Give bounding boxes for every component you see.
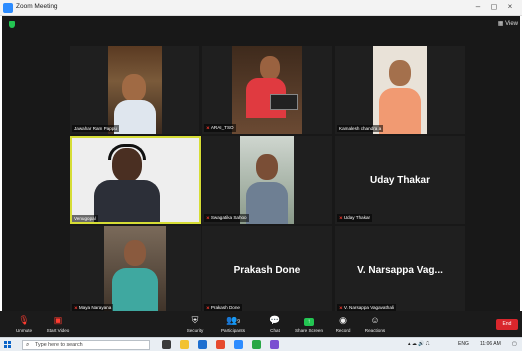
end-meeting-button[interactable]: End <box>496 319 518 330</box>
file-explorer-icon[interactable] <box>180 340 189 349</box>
participant-tile[interactable]: ⨯Swagatika Sahoo <box>202 136 332 224</box>
reactions-icon: ☺ <box>370 315 380 325</box>
notifications-icon[interactable]: ▢ <box>512 341 517 347</box>
zoom-taskbar-icon[interactable] <box>234 340 243 349</box>
windows-start-icon[interactable] <box>4 341 11 348</box>
language-indicator[interactable]: ENG <box>458 341 469 347</box>
participant-name-tag: ⨯Swagatika Sahoo <box>204 214 249 222</box>
clock[interactable]: 11:06 AM <box>480 341 501 347</box>
meeting-toolbar: 🎙 Unmute ▣ Start Video ⛨ Security 👥9 Par… <box>0 311 522 337</box>
task-view-icon[interactable] <box>162 340 171 349</box>
participant-tile[interactable]: ⨯ARAI_TSO <box>202 46 332 134</box>
security-button[interactable]: ⛨ Security <box>175 314 215 333</box>
participant-display-name: V. Narsappa Vag... <box>357 264 443 276</box>
mic-muted-icon: ⨯ <box>74 305 78 310</box>
taskbar-search-input[interactable]: ⌕ Type here to search <box>22 340 150 350</box>
participant-name-tag: ⨯Uday Thakar <box>337 214 373 222</box>
participant-video <box>240 136 294 224</box>
meeting-stage: ▦ View Jawahar Ram Pappu ⨯ARAI_TSO Kamal… <box>2 16 520 314</box>
view-menu-button[interactable]: ▦ View <box>498 20 518 27</box>
zoom-logo-icon <box>3 3 13 13</box>
window-title: Zoom Meeting <box>16 3 58 10</box>
participant-video <box>104 226 166 314</box>
video-off-icon: ▣ <box>53 315 63 325</box>
search-icon: ⌕ <box>26 342 30 348</box>
security-shield-icon[interactable] <box>9 21 15 28</box>
participant-tile[interactable]: Jawahar Ram Pappu <box>70 46 199 134</box>
participant-tile[interactable]: Prakash Done ⨯Prakash Done <box>202 226 332 314</box>
participant-video <box>373 46 427 134</box>
reactions-button[interactable]: ☺ Reactions <box>355 314 395 333</box>
participant-video <box>232 46 302 134</box>
participant-tile[interactable]: ⨯Maya Narayana <box>70 226 201 314</box>
mic-muted-icon: ⨯ <box>206 125 210 130</box>
participant-name-tag: Venugopal <box>72 215 98 222</box>
maximize-button[interactable]: ◻ <box>488 2 500 11</box>
participants-button[interactable]: 👥9 Participants <box>213 314 253 333</box>
participant-tile[interactable]: Uday Thakar ⨯Uday Thakar <box>335 136 465 224</box>
start-video-button[interactable]: ▣ Start Video <box>38 314 78 333</box>
participant-name-tag: ⨯ARAI_TSO <box>204 124 236 132</box>
mic-muted-icon: ⨯ <box>339 305 343 310</box>
participant-name-tag: Kamalesh chandra a <box>337 125 384 132</box>
mic-muted-icon: ⨯ <box>206 215 210 220</box>
mic-muted-icon: ⨯ <box>339 215 343 220</box>
participant-tile[interactable]: V. Narsappa Vag... ⨯V. Narsappa Vagavath… <box>335 226 465 314</box>
minimize-button[interactable]: – <box>472 2 484 11</box>
close-button[interactable]: × <box>504 2 516 11</box>
mic-muted-icon: ⨯ <box>206 305 210 310</box>
participant-display-name: Prakash Done <box>233 264 301 276</box>
participants-icon: 👥9 <box>226 315 240 325</box>
participant-name-tag: Jawahar Ram Pappu <box>72 125 119 132</box>
system-tray-icons[interactable]: ▴ ☁ 🔊 ⎍ <box>408 341 429 347</box>
participant-display-name: Uday Thakar <box>369 174 431 186</box>
app-icon[interactable] <box>270 340 279 349</box>
app-icon[interactable] <box>252 340 261 349</box>
participant-tile-active-speaker[interactable]: Venugopal <box>70 136 201 224</box>
app-icon[interactable] <box>216 340 225 349</box>
shield-icon: ⛨ <box>191 315 199 325</box>
windows-taskbar: ⌕ Type here to search ▴ ☁ 🔊 ⎍ ENG 11:06 … <box>0 337 522 351</box>
participant-video <box>72 138 199 222</box>
browser-icon[interactable] <box>198 340 207 349</box>
participant-tile[interactable]: Kamalesh chandra a <box>335 46 465 134</box>
window-titlebar: Zoom Meeting – ◻ × <box>0 0 522 16</box>
participant-video <box>108 46 162 134</box>
